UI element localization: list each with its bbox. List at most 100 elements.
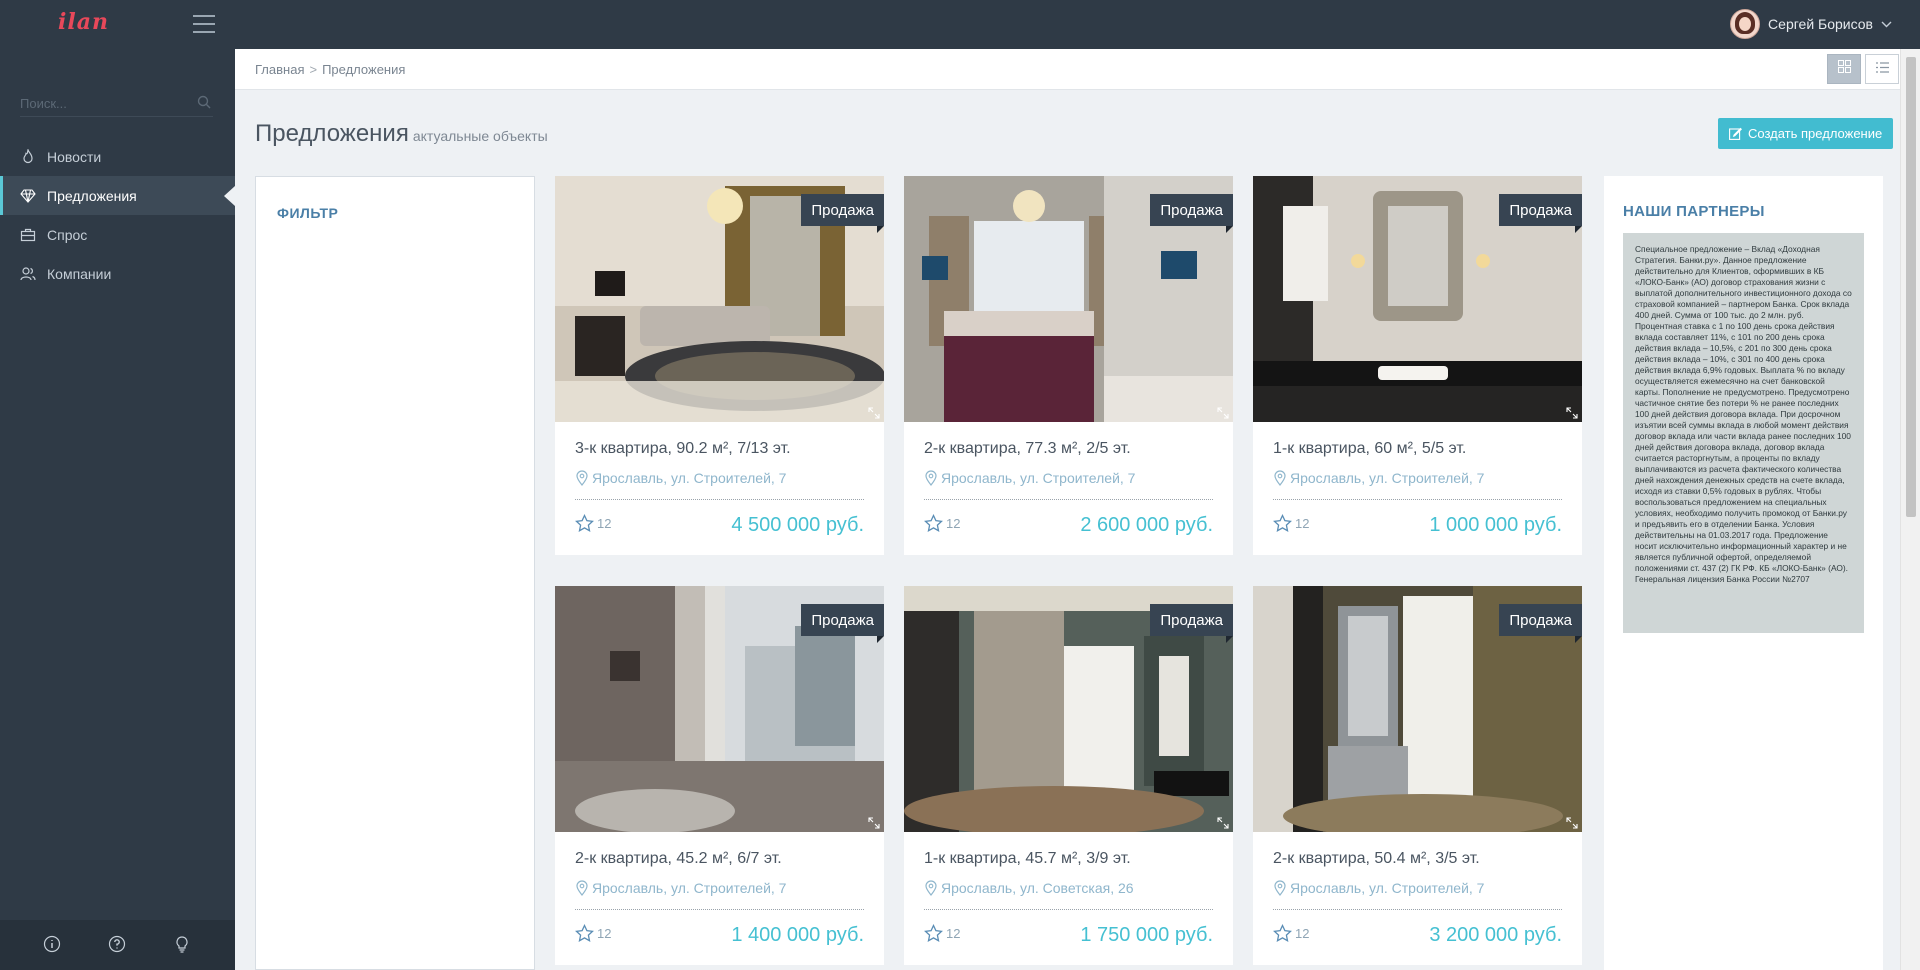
favorite-button[interactable]: 12 — [924, 514, 960, 533]
offer-card[interactable]: Продажа 1-к квартира, 45.7 м², 3/9 эт. Я… — [904, 586, 1233, 965]
create-offer-button[interactable]: Создать предложение — [1718, 118, 1894, 149]
offer-price: 1 000 000 руб. — [1429, 514, 1562, 536]
divider — [575, 499, 864, 500]
favorite-button[interactable]: 12 — [575, 514, 611, 533]
expand-icon[interactable] — [1566, 816, 1578, 829]
logo-area: ilan — [0, 0, 235, 49]
divider — [924, 499, 1213, 500]
offer-address-text: Ярославль, ул. Советская, 26 — [941, 880, 1134, 896]
offer-address-text: Ярославль, ул. Строителей, 7 — [941, 470, 1136, 486]
list-view-button[interactable] — [1865, 54, 1899, 84]
breadcrumb-bar: Главная > Предложения — [235, 49, 1900, 90]
offer-card[interactable]: Продажа 2-к квартира, 45.2 м², 6/7 эт. Я… — [555, 586, 884, 965]
offer-address: Ярославль, ул. Советская, 26 — [924, 880, 1134, 896]
offer-address: Ярославль, ул. Строителей, 7 — [924, 470, 1135, 486]
divider — [575, 909, 864, 910]
divider — [1273, 909, 1562, 910]
create-offer-label: Создать предложение — [1748, 126, 1883, 141]
breadcrumb-current: Предложения — [322, 62, 406, 77]
info-icon[interactable] — [43, 935, 63, 955]
filter-panel: ФИЛЬТР — [255, 176, 535, 970]
offer-title[interactable]: 2-к квартира, 50.4 м², 3/5 эт. — [1273, 850, 1480, 868]
sidebar-item-label: Предложения — [47, 187, 137, 204]
partner-ad-banner[interactable]: Специальное предложение – Вклад «Доходна… — [1623, 233, 1864, 633]
favorite-count: 12 — [1295, 516, 1310, 531]
expand-icon[interactable] — [868, 816, 880, 829]
expand-icon[interactable] — [1566, 406, 1578, 419]
sidebar-item-demand[interactable]: Спрос — [0, 215, 235, 254]
user-name: Сергей Борисов — [1768, 16, 1873, 32]
expand-icon[interactable] — [1217, 406, 1229, 419]
expand-icon[interactable] — [1217, 816, 1229, 829]
sidebar-nav: Новости Предложения Спрос Компании — [0, 137, 235, 293]
users-icon — [20, 266, 36, 282]
deal-type-badge[interactable]: Продажа — [1150, 194, 1233, 233]
sidebar-footer — [0, 920, 235, 970]
lightbulb-icon[interactable] — [173, 935, 193, 955]
favorite-count: 12 — [946, 516, 961, 531]
help-icon[interactable] — [108, 935, 128, 955]
offer-title[interactable]: 1-к квартира, 60 м², 5/5 эт. — [1273, 440, 1466, 458]
sidebar-item-label: Компании — [47, 265, 112, 282]
star-icon — [575, 924, 594, 943]
favorite-button[interactable]: 12 — [1273, 514, 1309, 533]
sidebar-item-news[interactable]: Новости — [0, 137, 235, 176]
partners-title: НАШИ ПАРТНЕРЫ — [1623, 203, 1765, 220]
page-title-text: Предложения — [255, 120, 409, 147]
chevron-down-icon — [1881, 17, 1892, 31]
search-box — [20, 91, 213, 117]
briefcase-icon — [20, 227, 36, 243]
search-icon[interactable] — [197, 95, 211, 109]
offer-card[interactable]: Продажа 2-к квартира, 77.3 м², 2/5 эт. Я… — [904, 176, 1233, 555]
expand-icon[interactable] — [868, 406, 880, 419]
star-icon — [575, 514, 594, 533]
offer-title[interactable]: 1-к квартира, 45.7 м², 3/9 эт. — [924, 850, 1131, 868]
offer-address-text: Ярославль, ул. Строителей, 7 — [1290, 470, 1485, 486]
search-input[interactable] — [20, 91, 190, 115]
favorite-button[interactable]: 12 — [924, 924, 960, 943]
list-icon — [1875, 60, 1889, 78]
offer-title[interactable]: 2-к квартира, 45.2 м², 6/7 эт. — [575, 850, 782, 868]
filter-title: ФИЛЬТР — [277, 205, 339, 221]
offer-address: Ярославль, ул. Строителей, 7 — [1273, 880, 1484, 896]
sidebar-item-offers[interactable]: Предложения — [0, 176, 235, 215]
menu-toggle-icon[interactable] — [193, 15, 215, 33]
offer-card[interactable]: Продажа 1-к квартира, 60 м², 5/5 эт. Яро… — [1253, 176, 1582, 555]
logo[interactable]: ilan — [58, 9, 109, 35]
scrollbar-thumb[interactable] — [1906, 57, 1916, 517]
deal-type-badge[interactable]: Продажа — [1499, 604, 1582, 643]
breadcrumb: Главная > Предложения — [255, 62, 405, 77]
offer-address-text: Ярославль, ул. Строителей, 7 — [592, 880, 787, 896]
breadcrumb-home-link[interactable]: Главная — [255, 62, 304, 77]
sidebar-item-label: Спрос — [47, 226, 88, 243]
sidebar-item-label: Новости — [47, 148, 102, 165]
user-menu[interactable]: Сергей Борисов — [1730, 9, 1892, 39]
map-pin-icon — [924, 880, 938, 896]
offer-title[interactable]: 3-к квартира, 90.2 м², 7/13 эт. — [575, 440, 791, 458]
offer-price: 1 400 000 руб. — [731, 924, 864, 946]
favorite-button[interactable]: 12 — [575, 924, 611, 943]
top-bar: ilan Сергей Борисов — [0, 0, 1920, 49]
deal-type-badge[interactable]: Продажа — [801, 604, 884, 643]
offer-card[interactable]: Продажа 2-к квартира, 50.4 м², 3/5 эт. Я… — [1253, 586, 1582, 965]
offer-title[interactable]: 2-к квартира, 77.3 м², 2/5 эт. — [924, 440, 1131, 458]
grid-icon — [1837, 60, 1851, 78]
sidebar: Новости Предложения Спрос Компании — [0, 49, 235, 970]
deal-type-badge[interactable]: Продажа — [801, 194, 884, 233]
map-pin-icon — [575, 880, 589, 896]
offer-card[interactable]: Продажа 3-к квартира, 90.2 м², 7/13 эт. … — [555, 176, 884, 555]
fire-icon — [20, 148, 36, 165]
divider — [1273, 499, 1562, 500]
deal-type-badge[interactable]: Продажа — [1499, 194, 1582, 233]
favorite-button[interactable]: 12 — [1273, 924, 1309, 943]
grid-view-button[interactable] — [1827, 54, 1861, 84]
offer-address-text: Ярославль, ул. Строителей, 7 — [592, 470, 787, 486]
star-icon — [924, 514, 943, 533]
offer-address-text: Ярославль, ул. Строителей, 7 — [1290, 880, 1485, 896]
map-pin-icon — [924, 470, 938, 486]
sidebar-item-companies[interactable]: Компании — [0, 254, 235, 293]
vertical-scrollbar[interactable] — [1900, 49, 1920, 970]
map-pin-icon — [1273, 880, 1287, 896]
deal-type-badge[interactable]: Продажа — [1150, 604, 1233, 643]
avatar — [1730, 9, 1761, 39]
